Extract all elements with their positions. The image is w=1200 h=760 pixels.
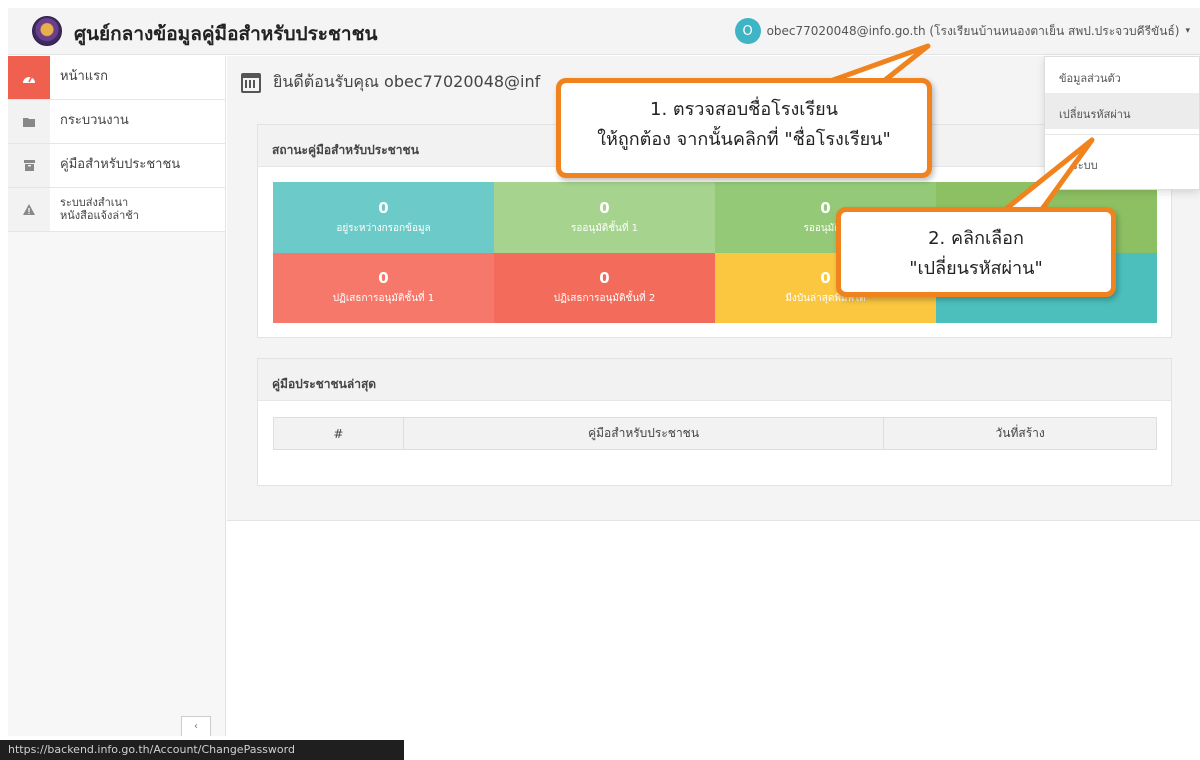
latest-manuals-panel: คู่มือประชาชนล่าสุด # คู่มือสำหรับประชาช…	[257, 358, 1172, 486]
status-tile[interactable]: 0 ปฏิเสธการอนุมัติชั้นที่ 1	[273, 252, 494, 323]
status-tile-label: ปฏิเสธการอนุมัติชั้นที่ 2	[553, 293, 656, 305]
agency-logo	[32, 16, 62, 46]
user-menu-toggle[interactable]: O obec77020048@info.go.th (โรงเรียนบ้านห…	[734, 18, 1190, 44]
status-tile-label: อยู่ระหว่างกรอกข้อมูล	[336, 222, 431, 234]
status-tile-label: รออนุมัติชั้นที่ 1	[570, 222, 639, 234]
status-tile-count: 0	[599, 269, 610, 288]
status-tile-count: 0	[599, 198, 610, 217]
callout-1-line-2: ให้ถูกต้อง จากนั้นคลิกที่ "ชื่อโรงเรียน"	[597, 129, 891, 150]
column-header-created-date[interactable]: วันที่สร้าง	[883, 417, 1157, 450]
sidebar-item-home[interactable]: หน้าแรก	[8, 56, 225, 100]
status-tile-count: 0	[378, 198, 389, 217]
menu-item-change-password[interactable]: เปลี่ยนรหัสผ่าน	[1045, 93, 1199, 129]
instruction-callout-2: 2. คลิกเลือก "เปลี่ยนรหัสผ่าน"	[836, 207, 1116, 297]
user-dropdown-menu: ข้อมูลส่วนตัว เปลี่ยนรหัสผ่าน ากระบบ	[1044, 56, 1200, 190]
column-header-number[interactable]: #	[273, 417, 404, 450]
latest-manuals-table: # คู่มือสำหรับประชาชน วันที่สร้าง	[273, 417, 1157, 450]
menu-item-logout[interactable]: ากระบบ	[1045, 140, 1199, 176]
browser-status-url: https://backend.info.go.th/Account/Chang…	[0, 740, 404, 760]
status-tile[interactable]: 0 รออนุมัติชั้นที่ 1	[494, 182, 715, 253]
top-navbar: ศูนย์กลางข้อมูลคู่มือสำหรับประชาชน O obe…	[8, 8, 1200, 55]
folder-icon	[8, 100, 50, 143]
status-tile[interactable]: 0 ปฏิเสธการอนุมัติชั้นที่ 2	[494, 252, 715, 323]
app-title: ศูนย์กลางข้อมูลคู่มือสำหรับประชาชน	[74, 23, 378, 45]
latest-panel-title: คู่มือประชาชนล่าสุด	[258, 359, 1171, 401]
user-avatar: O	[734, 18, 761, 44]
status-tile-count: 0	[820, 269, 831, 288]
sidebar-collapse-button[interactable]: ‹	[181, 716, 211, 736]
sidebar-item-process[interactable]: กระบวนงาน	[8, 100, 225, 144]
status-tile[interactable]: 0 อยู่ระหว่างกรอกข้อมูล	[273, 182, 494, 253]
instruction-callout-1: 1. ตรวจสอบชื่อโรงเรียน ให้ถูกต้อง จากนั้…	[556, 78, 932, 178]
callout-1-line-1: 1. ตรวจสอบชื่อโรงเรียน	[650, 99, 838, 120]
sidebar-item-label-line2: หนังสือแจ้งล่าช้า	[60, 208, 139, 222]
sidebar-item-label: กระบวนงาน	[60, 113, 129, 129]
user-account-label[interactable]: obec77020048@info.go.th (โรงเรียนบ้านหนอ…	[767, 22, 1180, 41]
sidebar: หน้าแรก กระบวนงาน คู่มือสำหรับประชาชน ระ…	[8, 56, 226, 736]
sidebar-item-label: หน้าแรก	[60, 69, 108, 85]
status-tile-label: ปฏิเสธการอนุมัติชั้นที่ 1	[332, 293, 435, 305]
calendar-icon	[241, 72, 261, 93]
status-tile-count: 0	[820, 198, 831, 217]
callout-2-line-2: "เปลี่ยนรหัสผ่าน"	[909, 258, 1043, 279]
sidebar-item-label: คู่มือสำหรับประชาชน	[60, 157, 181, 173]
chevron-down-icon: ▾	[1185, 26, 1190, 36]
column-header-manual[interactable]: คู่มือสำหรับประชาชน	[402, 417, 885, 450]
archive-icon	[8, 144, 50, 187]
callout-2-line-1: 2. คลิกเลือก	[928, 228, 1024, 249]
welcome-text: ยินดีต้อนรับคุณ obec77020048@inf	[273, 72, 541, 91]
sidebar-item-manual[interactable]: คู่มือสำหรับประชาชน	[8, 144, 225, 188]
menu-item-profile[interactable]: ข้อมูลส่วนตัว	[1045, 57, 1199, 93]
sidebar-item-late-notice[interactable]: ระบบส่งสำเนา หนังสือแจ้งล่าช้า	[8, 188, 225, 232]
sidebar-item-label-line1: ระบบส่งสำเนา	[60, 195, 129, 209]
welcome-heading: ยินดีต้อนรับคุณ obec77020048@inf	[241, 70, 540, 95]
dashboard-icon	[8, 56, 50, 99]
warning-icon	[8, 188, 50, 231]
status-tile-count: 0	[378, 269, 389, 288]
menu-divider	[1045, 134, 1199, 135]
